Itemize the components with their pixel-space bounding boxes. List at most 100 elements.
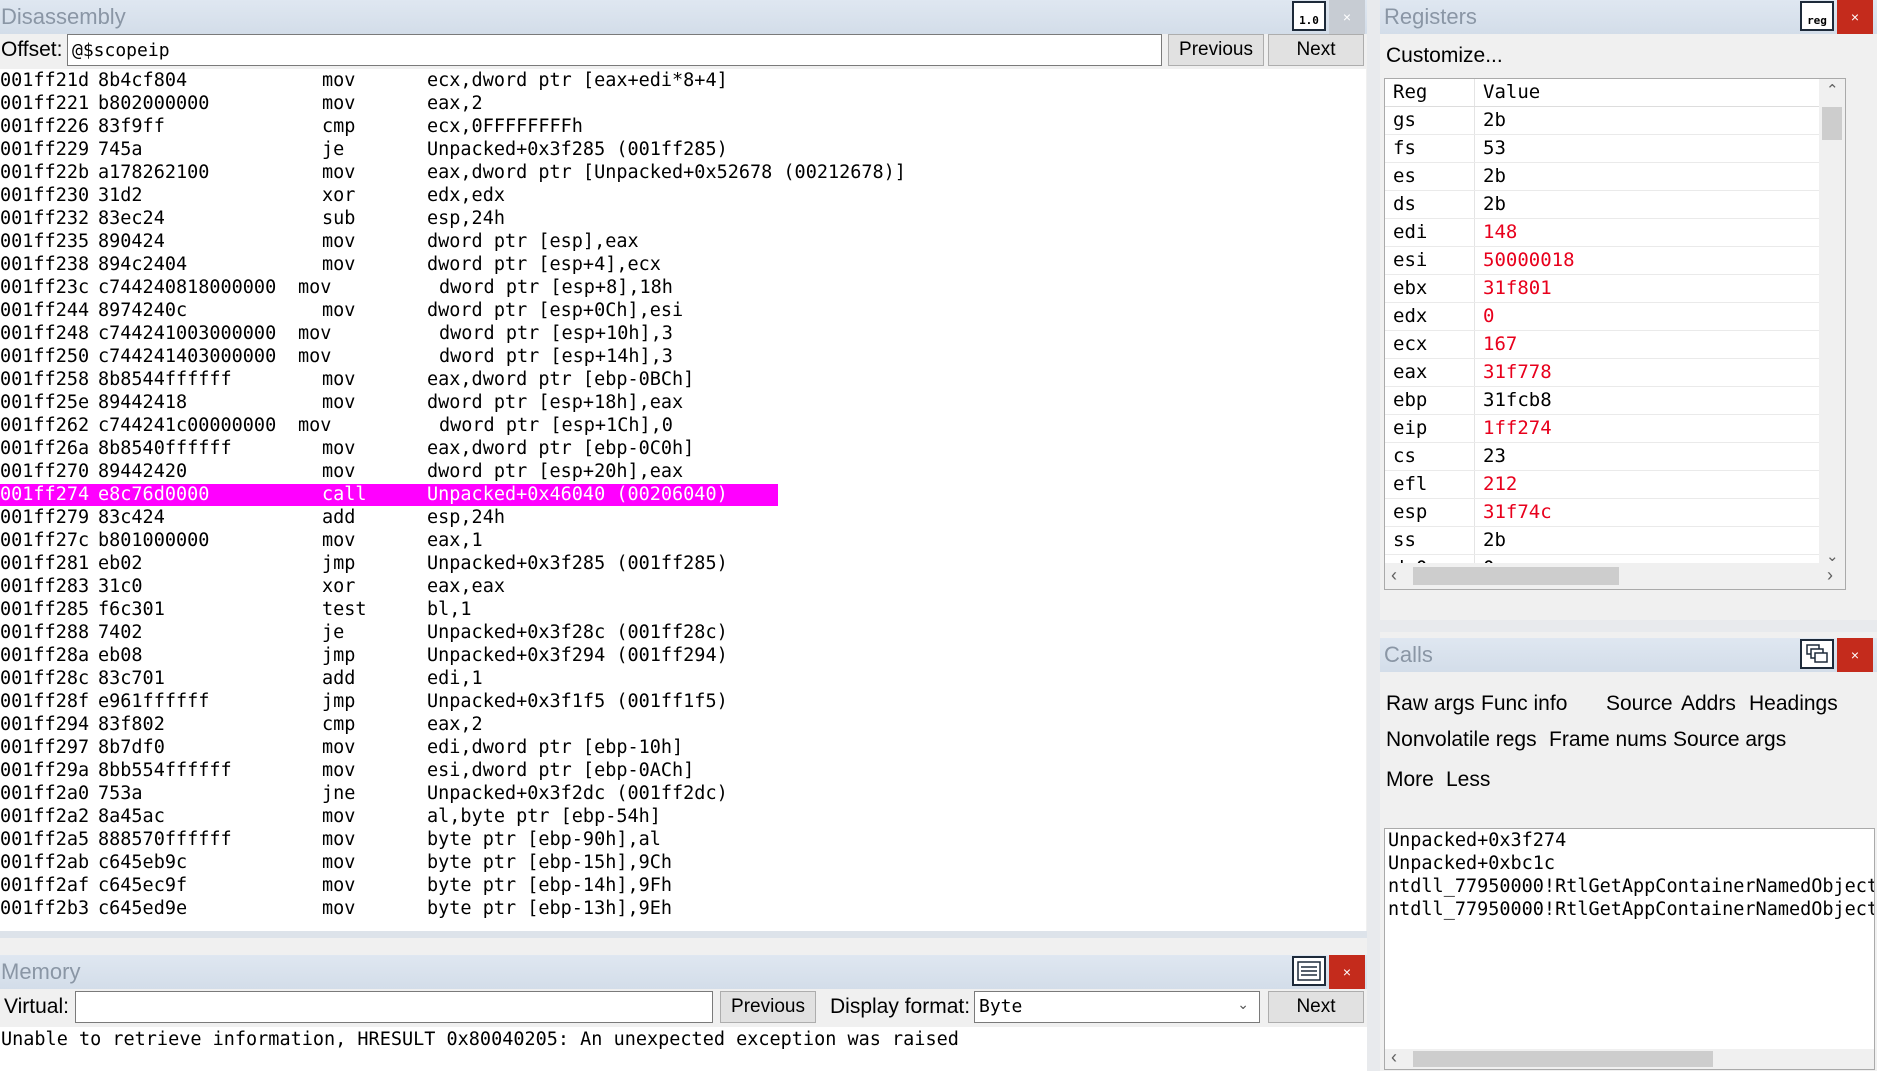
register-value[interactable]: 2b: [1483, 107, 1506, 134]
disassembly-line[interactable]: 001ff230 31d2 xor edx,edx: [0, 184, 1366, 207]
disassembly-line[interactable]: 001ff29a 8bb554ffffff mov esi,dword ptr [eb…: [0, 759, 1366, 782]
disassembly-line[interactable]: 001ff28a eb08 jmp Unpacked+0x3f294 (001ff29…: [0, 644, 1366, 667]
display-format-select[interactable]: Byte ⌄: [974, 991, 1260, 1023]
disassembly-line[interactable]: 001ff21d 8b4cf804 mov ecx,dword ptr [eax+ed…: [0, 69, 1366, 92]
registers-close-icon[interactable]: ×: [1837, 0, 1873, 34]
virtual-input[interactable]: [75, 991, 713, 1023]
calls-option-more[interactable]: More: [1386, 765, 1434, 795]
memory-window-icon[interactable]: [1292, 956, 1326, 986]
register-value[interactable]: 2b: [1483, 527, 1506, 554]
disassembly-next-button[interactable]: Next: [1268, 34, 1364, 66]
disassembly-line[interactable]: 001ff2ab c645eb9c mov byte ptr [ebp-15h],9C…: [0, 851, 1366, 874]
disassembly-line[interactable]: 001ff244 8974240c mov dword ptr [esp+0Ch],e…: [0, 299, 1366, 322]
register-row-eax[interactable]: eax 31f778: [1385, 359, 1845, 387]
registers-hscroll-thumb[interactable]: [1413, 567, 1619, 585]
disassembly-line[interactable]: 001ff248 c744241003000000 mov dword ptr [es…: [0, 322, 1366, 345]
register-value[interactable]: 0: [1483, 303, 1494, 330]
disassembly-line[interactable]: 001ff28c 83c701 add edi,1: [0, 667, 1366, 690]
memory-close-icon[interactable]: ×: [1329, 955, 1365, 989]
calls-horizontal-scrollbar[interactable]: ‹: [1385, 1047, 1874, 1069]
disassembly-previous-button[interactable]: Previous: [1168, 34, 1264, 66]
register-row-gs[interactable]: gs 2b: [1385, 107, 1845, 135]
registers-vertical-scrollbar[interactable]: ⌃ ⌄: [1819, 79, 1845, 589]
offset-input[interactable]: [67, 34, 1162, 66]
register-row-fs[interactable]: fs 53: [1385, 135, 1845, 163]
calls-option-source[interactable]: Source: [1606, 689, 1673, 719]
register-row-edi[interactable]: edi 148: [1385, 219, 1845, 247]
disassembly-line[interactable]: 001ff285 f6c301 test bl,1: [0, 598, 1366, 621]
calls-scroll-left-arrow-icon[interactable]: ‹: [1391, 1047, 1397, 1068]
register-value[interactable]: 167: [1483, 331, 1517, 358]
disassembly-line[interactable]: 001ff232 83ec24 sub esp,24h: [0, 207, 1366, 230]
register-row-cs[interactable]: cs 23: [1385, 443, 1845, 471]
scroll-left-arrow-icon[interactable]: ‹: [1391, 565, 1397, 586]
disassembly-line[interactable]: 001ff279 83c424 add esp,24h: [0, 506, 1366, 529]
horizontal-splitter[interactable]: [1380, 620, 1877, 632]
calls-close-icon[interactable]: ×: [1837, 638, 1873, 672]
disassembly-line[interactable]: 001ff2a2 8a45ac mov al,byte ptr [ebp-54h]: [0, 805, 1366, 828]
scroll-down-arrow-icon[interactable]: ⌄: [1826, 547, 1839, 565]
disassembly-line[interactable]: 001ff283 31c0 xor eax,eax: [0, 575, 1366, 598]
call-stack-list[interactable]: Unpacked+0x3f274 Unpacked+0xbc1c ntdll_779…: [1384, 828, 1875, 1070]
reg-column-header[interactable]: Reg: [1393, 79, 1427, 106]
call-frame[interactable]: Unpacked+0x3f274: [1385, 829, 1874, 852]
register-row-edx[interactable]: edx 0: [1385, 303, 1845, 331]
register-value[interactable]: 23: [1483, 443, 1506, 470]
memory-next-button[interactable]: Next: [1268, 991, 1364, 1023]
vertical-splitter[interactable]: [1367, 0, 1380, 1071]
calls-option-frame-nums[interactable]: Frame nums: [1549, 725, 1667, 755]
register-value[interactable]: 31fcb8: [1483, 387, 1552, 414]
disassembly-line[interactable]: 001ff235 890424 mov dword ptr [esp],eax: [0, 230, 1366, 253]
register-row-es[interactable]: es 2b: [1385, 163, 1845, 191]
registers-table[interactable]: Reg Value gs 2b fs 53 es 2b ds 2b edi 148 esi 50000…: [1384, 78, 1846, 590]
disassembly-close-icon[interactable]: ×: [1329, 0, 1365, 34]
registers-window-icon[interactable]: reg: [1800, 1, 1834, 31]
register-row-ebx[interactable]: ebx 31f801: [1385, 275, 1845, 303]
disassembly-current-line[interactable]: 001ff274 e8c76d0000 call Unpacked+0x46040 (…: [0, 483, 1366, 506]
register-value[interactable]: 53: [1483, 135, 1506, 162]
calls-option-raw-args[interactable]: Raw args: [1386, 689, 1475, 719]
memory-content[interactable]: Unable to retrieve information, HRESULT …: [0, 1027, 1367, 1071]
register-value[interactable]: 2b: [1483, 191, 1506, 218]
disassembly-code-view[interactable]: 001ff21d 8b4cf804 mov ecx,dword ptr [eax+ed…: [0, 69, 1366, 931]
register-value[interactable]: 212: [1483, 471, 1517, 498]
disassembly-line[interactable]: 001ff226 83f9ff cmp ecx,0FFFFFFFFh: [0, 115, 1366, 138]
disassembly-line[interactable]: 001ff2af c645ec9f mov byte ptr [ebp-14h],9F…: [0, 874, 1366, 897]
disassembly-line[interactable]: 001ff288 7402 je Unpacked+0x3f28c (001ff28c…: [0, 621, 1366, 644]
call-frame[interactable]: ntdll_77950000!RtlGetAppContainerNamedOb…: [1385, 898, 1874, 921]
disassembly-line[interactable]: 001ff28f e961ffffff jmp Unpacked+0x3f1f5 (0…: [0, 690, 1366, 713]
register-row-ecx[interactable]: ecx 167: [1385, 331, 1845, 359]
disassembly-line[interactable]: 001ff221 b802000000 mov eax,2: [0, 92, 1366, 115]
register-row-eip[interactable]: eip 1ff274: [1385, 415, 1845, 443]
scroll-up-arrow-icon[interactable]: ⌃: [1826, 81, 1839, 99]
disassembly-line[interactable]: 001ff238 894c2404 mov dword ptr [esp+4],ecx: [0, 253, 1366, 276]
disassembly-line[interactable]: 001ff25e 89442418 mov dword ptr [esp+18h],e…: [0, 391, 1366, 414]
calls-window-icon[interactable]: [1800, 639, 1834, 669]
disassembly-line[interactable]: 001ff297 8b7df0 mov edi,dword ptr [ebp-10h]: [0, 736, 1366, 759]
register-row-efl[interactable]: efl 212: [1385, 471, 1845, 499]
register-value[interactable]: 31f801: [1483, 275, 1552, 302]
register-row-ds[interactable]: ds 2b: [1385, 191, 1845, 219]
registers-horizontal-scrollbar[interactable]: ‹ ›: [1385, 563, 1833, 589]
disassembly-line[interactable]: 001ff2b3 c645ed9e mov byte ptr [ebp-13h],9E…: [0, 897, 1366, 920]
customize-link[interactable]: Customize...: [1386, 41, 1503, 71]
disassembly-line[interactable]: 001ff22b a178262100 mov eax,dword ptr [Unpa…: [0, 161, 1366, 184]
call-frame[interactable]: Unpacked+0xbc1c: [1385, 852, 1874, 875]
disassembly-line[interactable]: 001ff250 c744241403000000 mov dword ptr [es…: [0, 345, 1366, 368]
calls-option-nonvolatile-regs[interactable]: Nonvolatile regs: [1386, 725, 1537, 755]
register-value[interactable]: 1ff274: [1483, 415, 1552, 442]
registers-scroll-thumb[interactable]: [1822, 107, 1842, 140]
register-value[interactable]: 148: [1483, 219, 1517, 246]
disassembly-line[interactable]: 001ff281 eb02 jmp Unpacked+0x3f285 (001ff28…: [0, 552, 1366, 575]
disassembly-line[interactable]: 001ff229 745a je Unpacked+0x3f285 (001ff285…: [0, 138, 1366, 161]
calls-option-headings[interactable]: Headings: [1749, 689, 1838, 719]
disassembly-line[interactable]: 001ff270 89442420 mov dword ptr [esp+20h],e…: [0, 460, 1366, 483]
disassembly-line[interactable]: 001ff258 8b8544ffffff mov eax,dword ptr [eb…: [0, 368, 1366, 391]
memory-previous-button[interactable]: Previous: [720, 991, 816, 1023]
disassembly-line[interactable]: 001ff262 c744241c00000000 mov dword ptr [es…: [0, 414, 1366, 437]
disassembly-line[interactable]: 001ff2a0 753a jne Unpacked+0x3f2dc (001ff2d…: [0, 782, 1366, 805]
disassembly-line[interactable]: 001ff294 83f802 cmp eax,2: [0, 713, 1366, 736]
disassembly-window-icon[interactable]: 1.0: [1292, 1, 1326, 31]
disassembly-line[interactable]: 001ff2a5 888570ffffff mov byte ptr [ebp-90h…: [0, 828, 1366, 851]
calls-option-func-info[interactable]: Func info: [1481, 689, 1567, 719]
